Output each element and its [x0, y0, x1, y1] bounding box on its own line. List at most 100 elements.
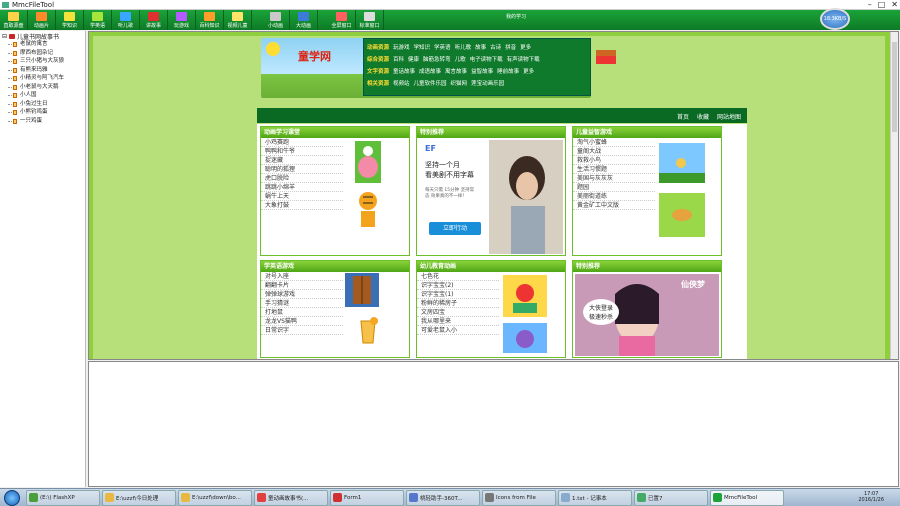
tree-item[interactable]: 小精灵与阿飞汽车 [2, 74, 83, 83]
list-item[interactable]: 生活习惯题 [573, 165, 655, 174]
list-item[interactable]: 跳跳小绵羊 [261, 183, 343, 192]
list-item[interactable]: 小鸡赛跑 [261, 138, 343, 147]
toolbar-button[interactable]: 玩游戏 [168, 10, 196, 30]
taskbar-button[interactable]: E:\uzzf\今日处理 [102, 489, 176, 506]
nav-link[interactable]: 听儿歌 [455, 43, 472, 51]
nav-link[interactable]: 学英语 [434, 43, 451, 51]
toolbar-button[interactable]: 百科知识 [196, 10, 224, 30]
tree-root[interactable]: ⊟ 儿童书网故事书 [2, 33, 83, 41]
tree-item[interactable]: 小老鼠与大天鹅 [2, 83, 83, 92]
site-logo[interactable]: 童学网 [298, 48, 331, 64]
nav-link[interactable]: 更多 [520, 43, 531, 51]
juice-thumbnail[interactable] [355, 315, 381, 345]
wardrobe-thumbnail[interactable] [345, 273, 379, 307]
list-item[interactable]: 打地鼠 [261, 308, 343, 317]
list-item[interactable]: 翻翻卡片 [261, 281, 343, 290]
taskbar-button[interactable]: 童动画故事书(... [254, 489, 328, 506]
list-item[interactable]: 识字宝宝(1) [417, 290, 499, 299]
nav-link[interactable]: 寓言故事 [445, 67, 467, 75]
nav-link[interactable]: 睡前故事 [497, 67, 519, 75]
toolbar-button[interactable]: 学知识 [56, 10, 84, 30]
list-item[interactable]: 对号入座 [261, 272, 343, 281]
taskbar-button[interactable]: 桃轻助手-360T... [406, 489, 480, 506]
tree-item[interactable]: 小人国 [2, 91, 83, 100]
top-link[interactable]: 首页 [677, 112, 689, 121]
list-item[interactable]: 七色花 [417, 272, 499, 281]
tree-item[interactable]: 小兔过生日 [2, 100, 83, 109]
tree-item[interactable]: 摩西布园杂记 [2, 49, 83, 58]
taskbar-button[interactable]: Icons from File [482, 489, 556, 506]
list-item[interactable]: 可爱老鼠入小 [417, 326, 499, 335]
nav-link[interactable]: 儿童软件乐园 [414, 79, 447, 87]
tree-item[interactable]: 小熊钓鸡蛋 [2, 108, 83, 117]
top-link[interactable]: 收藏 [697, 112, 709, 121]
list-item[interactable]: 聪明的狐狸 [261, 165, 343, 174]
taskbar-button[interactable]: (E:\) FlashXP [26, 489, 100, 506]
game-thumbnail-2[interactable] [659, 193, 705, 237]
nav-link[interactable]: 百科 [393, 55, 404, 63]
list-item[interactable]: 大象打鼓 [261, 201, 343, 210]
text-pane[interactable] [88, 361, 899, 487]
nav-link[interactable]: 健康 [408, 55, 419, 63]
nav-link[interactable]: 童话故事 [393, 67, 415, 75]
list-item[interactable]: 美丽街道练 [573, 192, 655, 201]
toolbar-button[interactable]: 动画片 [28, 10, 56, 30]
nav-link[interactable]: 有声读物下载 [507, 55, 540, 63]
toolbar-button[interactable]: 讲故事 [140, 10, 168, 30]
top-link[interactable]: 网站地图 [717, 112, 741, 121]
clock[interactable]: 17:07 2016/1/26 [858, 491, 884, 503]
list-item[interactable]: 手习猜谜 [261, 299, 343, 308]
taskbar-button[interactable]: 1.txt - 记事本 [558, 489, 632, 506]
list-item[interactable]: 龙龙VS猫鸭 [261, 317, 343, 326]
scrollbar-thumb[interactable] [892, 42, 897, 132]
list-item[interactable]: 虎口脱险 [261, 174, 343, 183]
taskbar-button[interactable]: E:\uzzf\down\bo... [178, 489, 252, 506]
tiger-thumbnail[interactable] [355, 189, 381, 231]
taskbar-button[interactable]: Form1 [330, 489, 404, 506]
list-item[interactable]: 文房四宝 [417, 308, 499, 317]
list-item[interactable]: 日常识字 [261, 326, 343, 335]
nav-category[interactable]: 综合资源 [367, 55, 389, 63]
nav-link[interactable]: 古诗 [490, 43, 501, 51]
cartoon-thumbnail-2[interactable] [503, 323, 547, 353]
minimize-button[interactable]: – [868, 0, 872, 10]
nav-link[interactable]: 更多 [523, 67, 534, 75]
maximize-button[interactable]: □ [878, 0, 886, 10]
tree-item[interactable]: 老鼠的寓言 [2, 40, 83, 49]
tree-item[interactable]: 一只鸡蛋 [2, 117, 83, 126]
nav-link[interactable]: 成语故事 [419, 67, 441, 75]
toolbar-button[interactable]: 全屏窗口 [328, 10, 356, 30]
list-item[interactable]: 童阁大战 [573, 147, 655, 156]
toolbar-button[interactable]: 听儿歌 [112, 10, 140, 30]
tree-item[interactable]: 有熊来玛雅 [2, 66, 83, 75]
list-item[interactable]: 救救小鸟 [573, 156, 655, 165]
cartoon-thumbnail-1[interactable] [503, 275, 547, 317]
start-button[interactable] [4, 489, 20, 506]
toolbar-button[interactable]: 大动画 [290, 10, 318, 30]
toolbar-button[interactable]: 小动画 [262, 10, 290, 30]
close-button[interactable]: ✕ [891, 0, 898, 10]
nav-category[interactable]: 文字资源 [367, 67, 389, 75]
list-item[interactable]: 捉迷藏 [261, 156, 343, 165]
nav-link[interactable]: 儿歌 [455, 55, 466, 63]
nav-link[interactable]: 学知识 [414, 43, 431, 51]
list-item[interactable]: 鸭鸭和牛爷 [261, 147, 343, 156]
list-item[interactable]: 淘气小蜜蜂 [573, 138, 655, 147]
list-item[interactable]: 美国与灰灰灰 [573, 174, 655, 183]
nav-link[interactable]: 益智故事 [471, 67, 493, 75]
ad-action-button[interactable]: 立即行动 [429, 222, 481, 235]
list-item[interactable]: 黄金矿工中文版 [573, 201, 655, 210]
toolbar-button[interactable]: 学英语 [84, 10, 112, 30]
nav-link[interactable]: 织猫网 [451, 79, 468, 87]
nav-link[interactable]: 拼音 [505, 43, 516, 51]
taskbar-button[interactable]: MmcFileTool [710, 489, 784, 506]
game-thumbnail-1[interactable] [659, 143, 705, 183]
nav-link[interactable]: 脑筋急转弯 [423, 55, 451, 63]
browser-pane[interactable]: 童学网 动画资源 玩游戏 学知识 学英语 听儿歌 故事 古诗 拼音 更多 综合资源 百科 健康 脑筋急转… [88, 31, 899, 360]
list-item[interactable]: 蜗牛上天 [261, 192, 343, 201]
nav-link[interactable]: 故事 [475, 43, 486, 51]
list-item[interactable]: 弹弹球游戏 [261, 290, 343, 299]
list-item[interactable]: 我从哪里来 [417, 317, 499, 326]
nav-category[interactable]: 动画资源 [367, 43, 389, 51]
taskbar-button[interactable]: 已置7 [634, 489, 708, 506]
